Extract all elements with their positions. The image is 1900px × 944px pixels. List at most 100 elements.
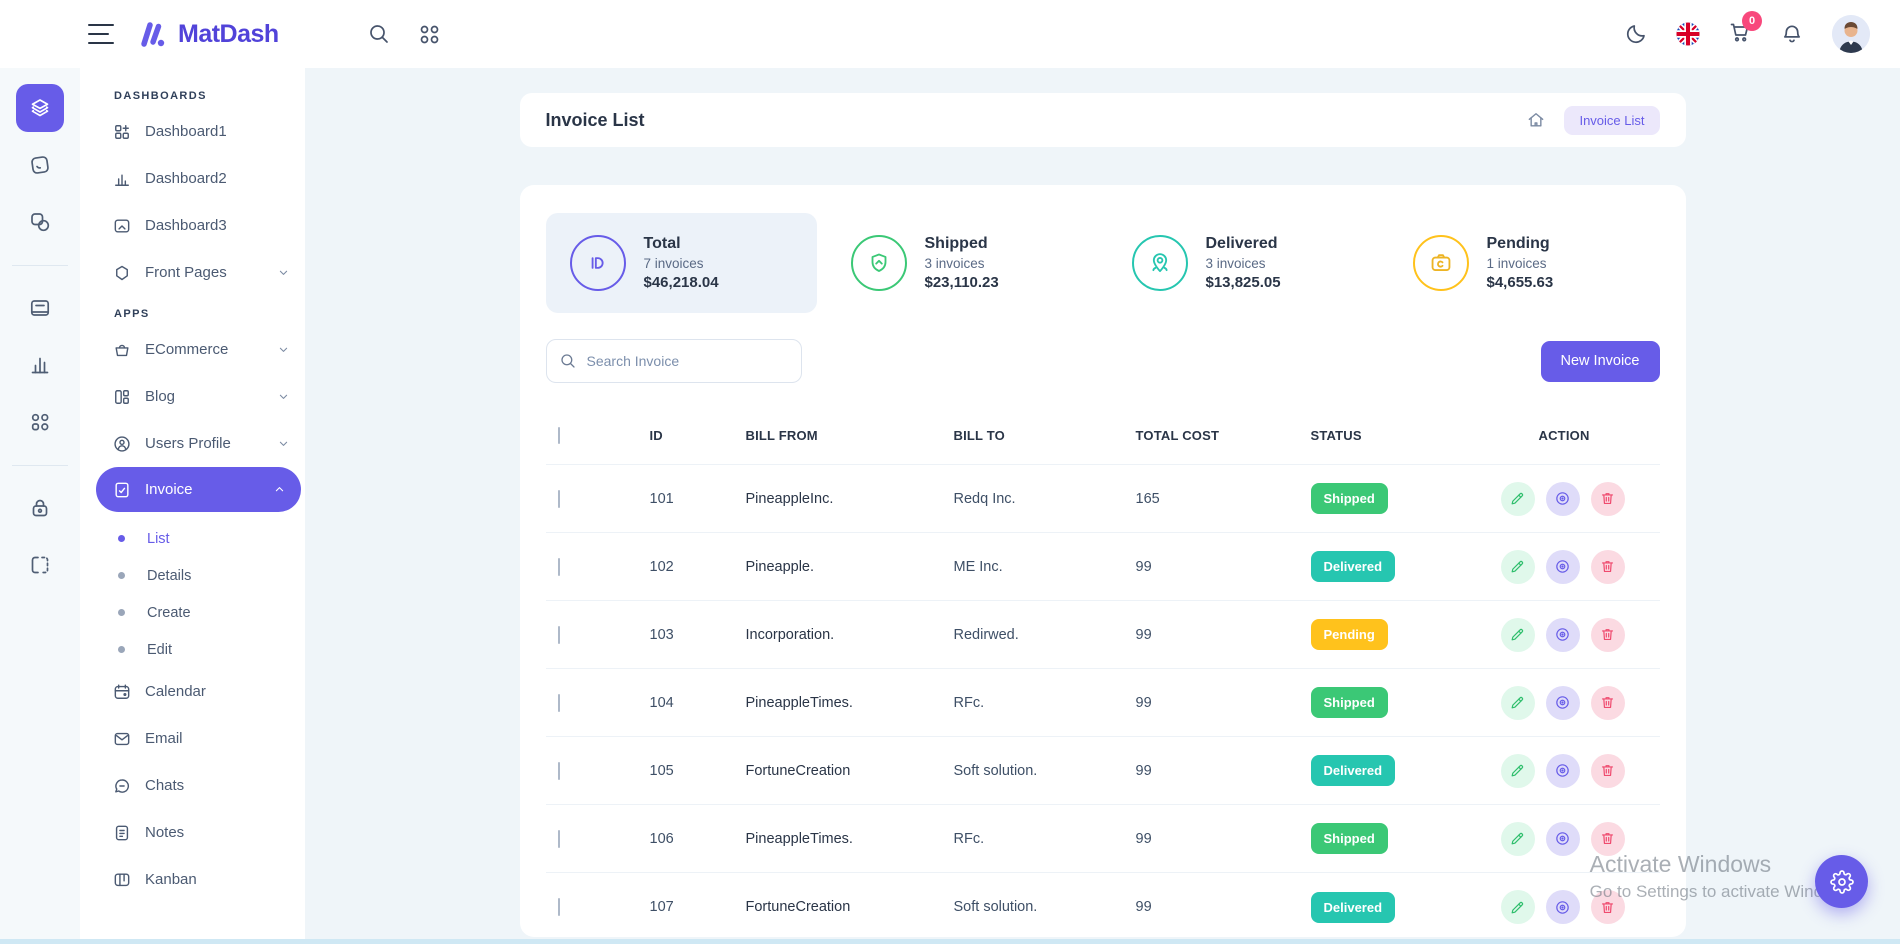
- sidebar-subitem-list[interactable]: List: [80, 520, 305, 557]
- sidebar-item-dashboard2[interactable]: Dashboard2: [80, 155, 305, 202]
- sidebar-item-notes[interactable]: Notes: [80, 809, 305, 856]
- page-title: Invoice List: [546, 110, 645, 131]
- rail-auth-button[interactable]: [16, 484, 64, 532]
- bullet-dot-icon: [118, 535, 125, 542]
- status-badge: Delivered: [1311, 755, 1396, 786]
- row-checkbox[interactable]: [558, 830, 560, 848]
- logo-mark-icon: [136, 18, 168, 50]
- stat-delivered-circle: [1132, 235, 1188, 291]
- search-invoice-input[interactable]: [546, 339, 802, 383]
- uk-flag-icon[interactable]: [1676, 22, 1700, 46]
- delete-button[interactable]: [1591, 550, 1625, 584]
- blog-layout-icon: [112, 387, 132, 407]
- hexagon-icon: [112, 263, 132, 283]
- settings-fab-button[interactable]: [1815, 855, 1868, 908]
- table-row: 106 PineappleTimes. RFc. 99 Shipped: [546, 805, 1660, 873]
- col-header-action: ACTION: [1501, 428, 1660, 443]
- invoice-table: ID BILL FROM BILL TO TOTAL COST STATUS A…: [546, 407, 1660, 937]
- trash-icon: [1599, 490, 1616, 507]
- view-button[interactable]: [1546, 482, 1580, 516]
- rail-widgets-button[interactable]: [16, 398, 64, 446]
- delete-button[interactable]: [1591, 618, 1625, 652]
- row-checkbox[interactable]: [558, 626, 560, 644]
- sidebar-item-dashboard1[interactable]: Dashboard1: [80, 108, 305, 155]
- new-invoice-button[interactable]: New Invoice: [1541, 341, 1660, 382]
- bullet-dot-icon: [118, 646, 125, 653]
- stat-pending[interactable]: Pending 1 invoices $4,655.63: [1389, 213, 1660, 313]
- dark-mode-moon-icon[interactable]: [1624, 22, 1648, 46]
- edit-button[interactable]: [1501, 618, 1535, 652]
- chart-icon: [28, 353, 52, 377]
- delete-button[interactable]: [1591, 754, 1625, 788]
- view-button[interactable]: [1546, 890, 1580, 924]
- status-badge: Shipped: [1311, 483, 1388, 514]
- rail-cards-button[interactable]: [16, 284, 64, 332]
- col-header-bill-to: BILL TO: [954, 428, 1136, 443]
- delete-button[interactable]: [1591, 822, 1625, 856]
- row-checkbox[interactable]: [558, 762, 560, 780]
- edit-button[interactable]: [1501, 890, 1535, 924]
- delete-button[interactable]: [1591, 686, 1625, 720]
- home-icon[interactable]: [1526, 110, 1546, 130]
- sidebar-item-chats[interactable]: Chats: [80, 762, 305, 809]
- row-checkbox[interactable]: [558, 490, 560, 508]
- search-icon[interactable]: [367, 22, 391, 46]
- rail-layout-button[interactable]: [16, 541, 64, 589]
- status-badge: Pending: [1311, 619, 1388, 650]
- layers-icon: [28, 96, 52, 120]
- bell-icon[interactable]: [1780, 22, 1804, 46]
- sidebar-item-kanban[interactable]: Kanban: [80, 856, 305, 903]
- sidebar-subitem-create[interactable]: Create: [80, 594, 305, 631]
- delete-button[interactable]: [1591, 482, 1625, 516]
- sidebar-item-blog[interactable]: Blog: [80, 373, 305, 420]
- table-row: 103 Incorporation. Redirwed. 99 Pending: [546, 601, 1660, 669]
- chevron-down-icon: [276, 389, 291, 404]
- sidebar-item-front-pages[interactable]: Front Pages: [80, 249, 305, 296]
- delete-button[interactable]: [1591, 890, 1625, 924]
- sidebar-item-ecommerce[interactable]: ECommerce: [80, 326, 305, 373]
- sidebar-item-dashboard3[interactable]: Dashboard3: [80, 202, 305, 249]
- edit-button[interactable]: [1501, 550, 1535, 584]
- edit-button[interactable]: [1501, 686, 1535, 720]
- row-checkbox[interactable]: [558, 694, 560, 712]
- sidebar-item-email[interactable]: Email: [80, 715, 305, 762]
- rail-design-button[interactable]: [16, 198, 64, 246]
- stat-total[interactable]: Total 7 invoices $46,218.04: [546, 213, 817, 313]
- sidebar-subitem-edit[interactable]: Edit: [80, 631, 305, 668]
- apps-grid-icon[interactable]: [417, 22, 441, 46]
- bullet-dot-icon: [118, 572, 125, 579]
- sidebar-item-invoice[interactable]: Invoice: [96, 467, 301, 512]
- sidebar-item-calendar[interactable]: Calendar: [80, 668, 305, 715]
- user-avatar[interactable]: [1832, 15, 1870, 53]
- edit-button[interactable]: [1501, 754, 1535, 788]
- table-row: 107 FortuneCreation Soft solution. 99 De…: [546, 873, 1660, 937]
- view-button[interactable]: [1546, 822, 1580, 856]
- rail-charts-button[interactable]: [16, 341, 64, 389]
- breadcrumb-current-chip[interactable]: Invoice List: [1564, 106, 1659, 135]
- hamburger-menu-icon[interactable]: [88, 24, 114, 44]
- sidebar-subitem-details[interactable]: Details: [80, 557, 305, 594]
- edit-button[interactable]: [1501, 482, 1535, 516]
- view-button[interactable]: [1546, 686, 1580, 720]
- view-button[interactable]: [1546, 550, 1580, 584]
- view-button[interactable]: [1546, 618, 1580, 652]
- brand-logo[interactable]: MatDash: [136, 18, 279, 50]
- rail-frontpages-button[interactable]: [16, 141, 64, 189]
- pencil-icon: [1509, 830, 1526, 847]
- bar-chart-icon: [112, 169, 132, 189]
- row-checkbox[interactable]: [558, 558, 560, 576]
- stat-shipped[interactable]: Shipped 3 invoices $23,110.23: [827, 213, 1098, 313]
- trash-icon: [1599, 694, 1616, 711]
- row-checkbox[interactable]: [558, 898, 560, 916]
- rail-dashboards-button[interactable]: [16, 84, 64, 132]
- select-all-checkbox[interactable]: [558, 427, 560, 444]
- stat-delivered[interactable]: Delivered 3 invoices $13,825.05: [1108, 213, 1379, 313]
- edit-button[interactable]: [1501, 822, 1535, 856]
- breadcrumb: Invoice List: [1526, 106, 1659, 135]
- chat-icon: [112, 776, 132, 796]
- view-button[interactable]: [1546, 754, 1580, 788]
- sidebar-item-users-profile[interactable]: Users Profile: [80, 420, 305, 467]
- trash-icon: [1599, 558, 1616, 575]
- cart-button[interactable]: 0: [1728, 20, 1752, 49]
- mail-icon: [112, 729, 132, 749]
